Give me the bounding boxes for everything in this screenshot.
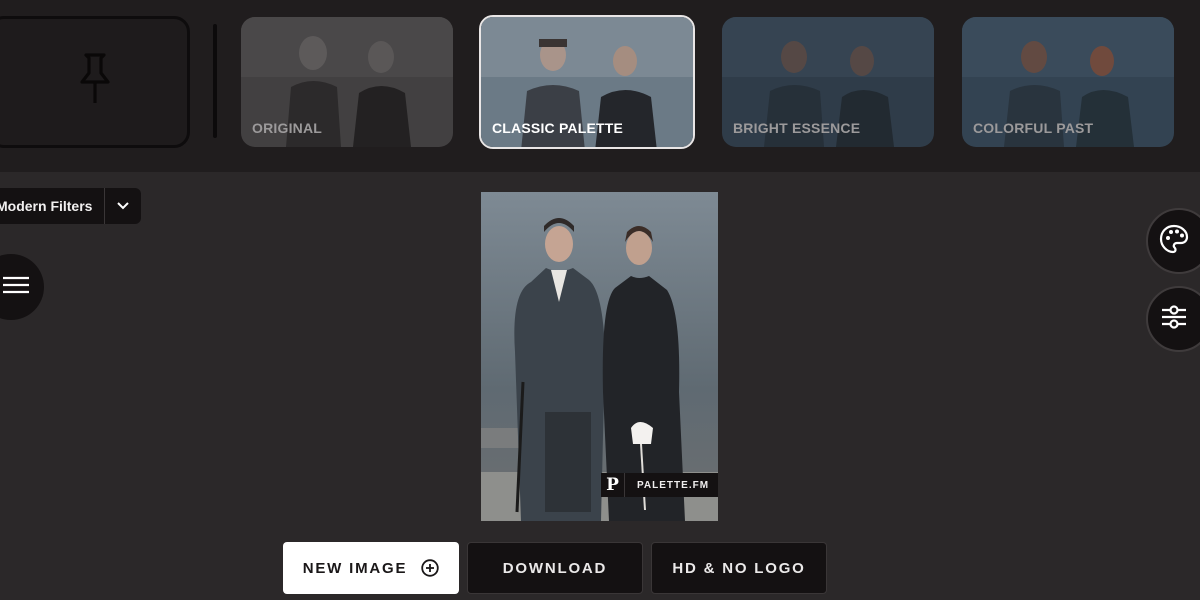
watermark-logo: P bbox=[601, 473, 625, 497]
new-image-button[interactable]: NEW IMAGE bbox=[283, 542, 459, 594]
download-label: DOWNLOAD bbox=[502, 559, 608, 577]
photo-artwork bbox=[481, 192, 718, 521]
filter-label: COLORFUL PAST bbox=[973, 120, 1094, 136]
new-image-label: NEW IMAGE bbox=[302, 559, 408, 577]
filter-tile-original[interactable]: ORIGINAL bbox=[241, 17, 453, 147]
filter-dropdown[interactable]: Modern Filters bbox=[0, 188, 142, 224]
watermark-text: PALETTE.FM bbox=[637, 479, 710, 491]
divider bbox=[213, 24, 217, 138]
palette-icon bbox=[1158, 223, 1200, 260]
menu-button[interactable] bbox=[0, 254, 44, 320]
pin-icon bbox=[65, 51, 113, 114]
plus-circle-icon bbox=[421, 559, 439, 577]
hamburger-menu-icon bbox=[0, 275, 29, 300]
filter-tile-colorful-past[interactable]: COLORFUL PAST bbox=[962, 17, 1174, 147]
filter-label: ORIGINAL bbox=[252, 120, 323, 136]
hd-no-logo-button[interactable]: HD & NO LOGO bbox=[651, 542, 827, 594]
filter-label: CLASSIC PALETTE bbox=[492, 120, 624, 136]
pin-button[interactable] bbox=[0, 16, 190, 148]
palette-button[interactable] bbox=[1146, 208, 1200, 274]
colorized-photo: P PALETTE.FM bbox=[481, 192, 718, 521]
watermark: P PALETTE.FM bbox=[601, 473, 718, 497]
filter-dropdown-label: Modern Filters bbox=[0, 198, 93, 214]
filter-tile-bright-essence[interactable]: BRIGHT ESSENCE bbox=[722, 17, 934, 147]
hd-no-logo-label: HD & NO LOGO bbox=[672, 559, 806, 577]
chevron-down-icon[interactable] bbox=[105, 188, 141, 224]
filter-label: BRIGHT ESSENCE bbox=[733, 120, 861, 136]
download-button[interactable]: DOWNLOAD bbox=[467, 542, 643, 594]
filter-tile-classic-palette[interactable]: CLASSIC PALETTE bbox=[479, 15, 695, 149]
sliders-icon bbox=[1159, 302, 1199, 337]
adjustments-button[interactable] bbox=[1146, 286, 1200, 352]
